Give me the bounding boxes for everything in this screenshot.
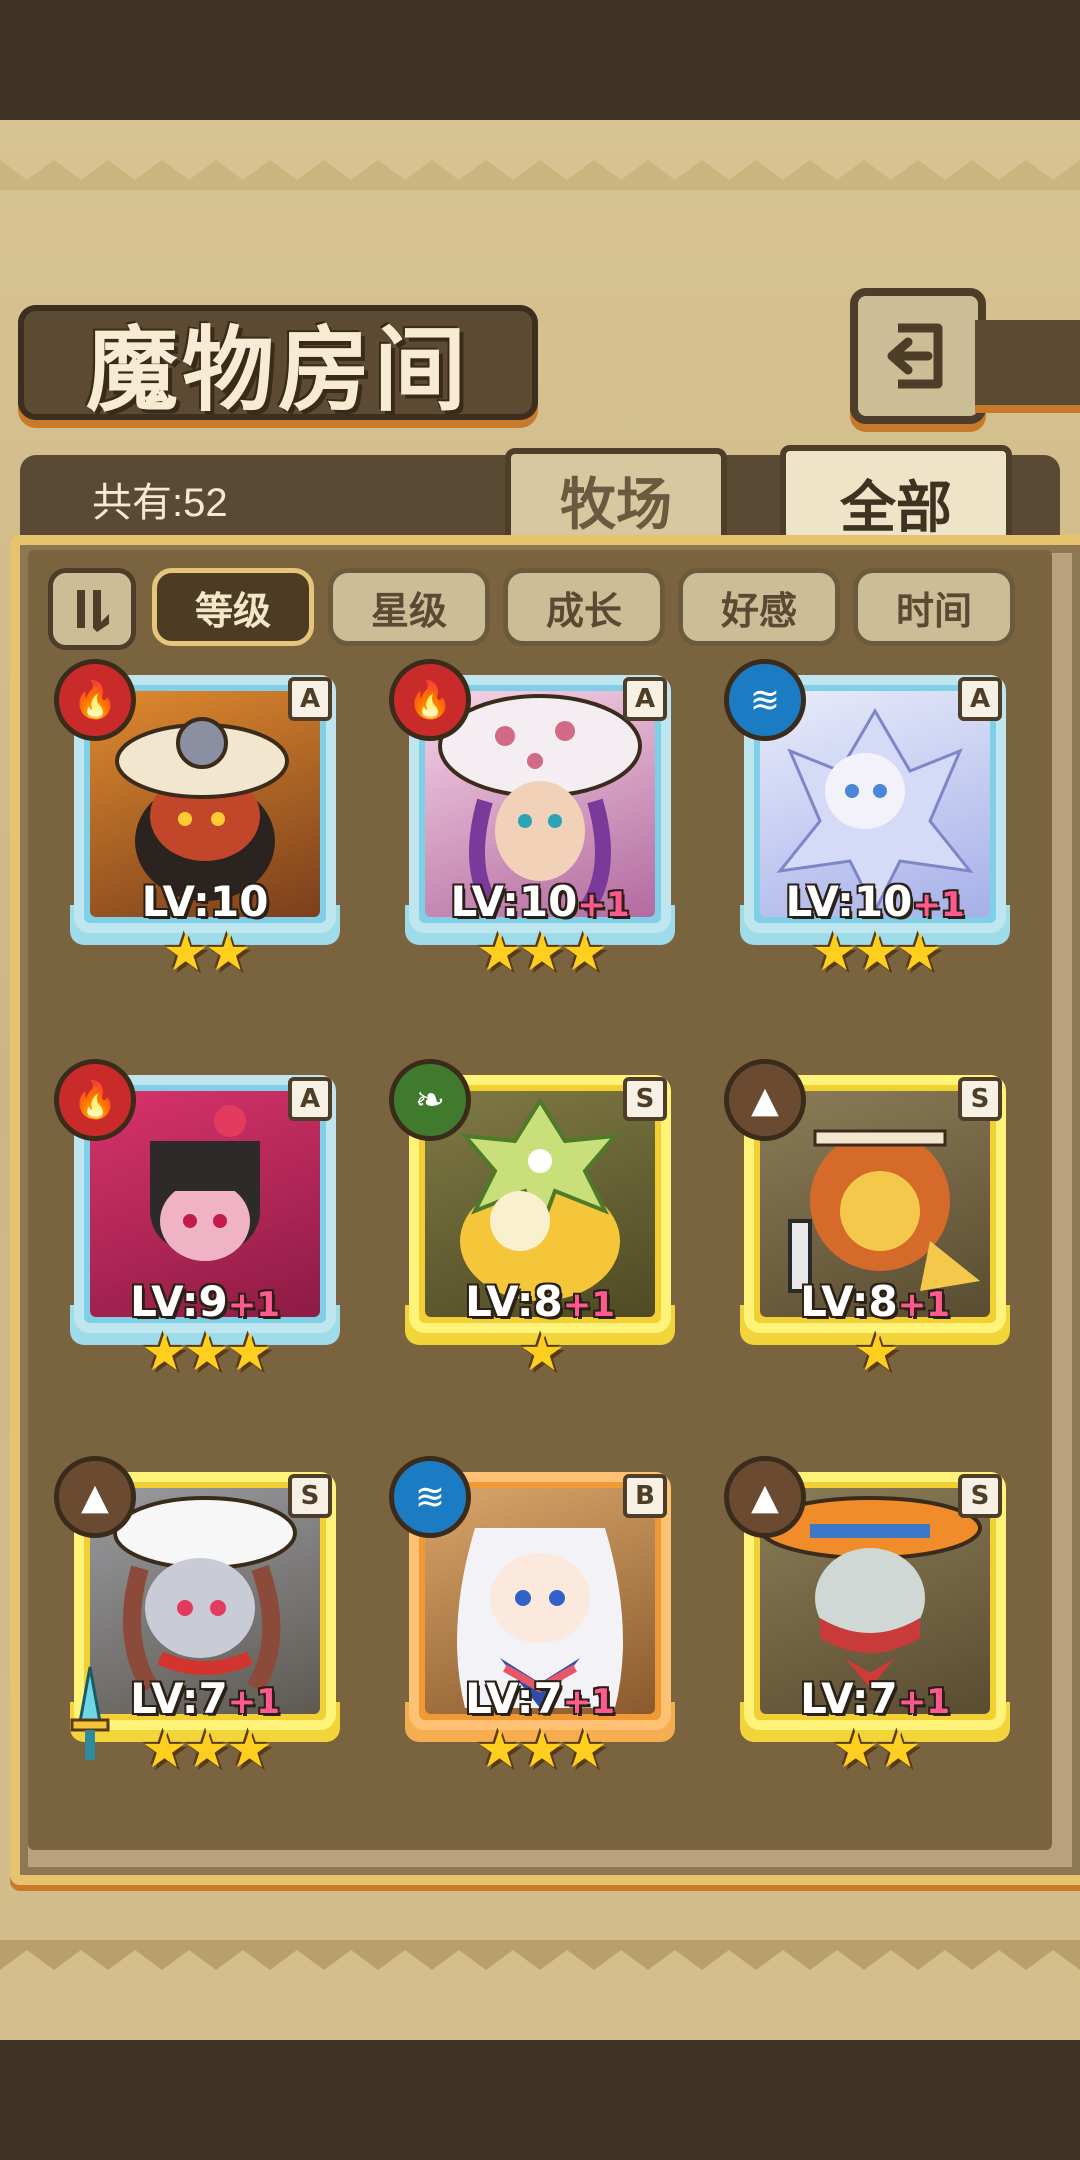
top-band [0, 0, 1080, 120]
filter-stars[interactable]: 星级 [328, 568, 490, 646]
fire-icon: 🔥 [54, 1059, 136, 1141]
sort-order-button[interactable] [48, 568, 136, 650]
rank-badge: S [958, 1474, 1002, 1518]
mountain-icon: ▲ [54, 1456, 136, 1538]
star-rating: ★★ [832, 1720, 921, 1780]
monster-card[interactable]: A ≋ LV:10+1 ★★★ [724, 659, 1020, 983]
level-label: LV:10 [60, 877, 350, 926]
monster-card[interactable]: B ≋ LV:7+1 ★★★ [389, 1456, 685, 1780]
back-button[interactable] [850, 288, 986, 424]
monster-card[interactable]: S ▲ LV:8+1 ★ [724, 1059, 1020, 1383]
filter-growth[interactable]: 成长 [503, 568, 665, 646]
level-bonus: +1 [912, 885, 965, 925]
sort-order-icon [77, 590, 109, 632]
mountain-icon: ▲ [724, 1059, 806, 1141]
bottom-band [0, 2040, 1080, 2160]
monster-count: 共有:52 [92, 481, 228, 525]
star-rating: ★ [853, 1323, 901, 1383]
star-rating: ★★★ [811, 923, 943, 983]
zigzag-border-top [0, 160, 1080, 190]
monster-card[interactable]: S ▲ LV:7+1 ★★ [724, 1456, 1020, 1780]
level-text: LV:8 [800, 1277, 898, 1326]
fire-icon: 🔥 [389, 659, 471, 741]
star-rating: ★ [518, 1323, 566, 1383]
monster-card[interactable]: A 🔥 LV:10+1 ★★★ [389, 659, 685, 983]
rank-badge: S [288, 1474, 332, 1518]
level-label: LV:7+1 [730, 1674, 1020, 1723]
back-arrow-icon [887, 323, 943, 389]
level-label: LV:10+1 [395, 877, 685, 926]
level-label: LV:7+1 [60, 1674, 350, 1723]
leaf-icon: ❧ [389, 1059, 471, 1141]
rank-badge: S [623, 1077, 667, 1121]
level-label: LV:7+1 [395, 1674, 685, 1723]
zigzag-border-bottom [0, 1940, 1080, 1970]
level-bonus: +1 [562, 1682, 615, 1722]
star-rating: ★★★ [476, 923, 608, 983]
star-rating: ★★★ [476, 1720, 608, 1780]
rank-badge: B [623, 1474, 667, 1518]
level-bonus: +1 [577, 885, 630, 925]
level-bonus: +1 [227, 1682, 280, 1722]
star-rating: ★★★ [141, 1720, 273, 1780]
monster-card[interactable]: A 🔥 LV:10 ★★ [54, 659, 350, 983]
level-text: LV:10 [141, 877, 269, 926]
level-text: LV:9 [130, 1277, 228, 1326]
rank-badge: A [623, 677, 667, 721]
level-label: LV:9+1 [60, 1277, 350, 1326]
level-text: LV:8 [465, 1277, 563, 1326]
level-bonus: +1 [897, 1285, 950, 1325]
rank-badge: A [288, 1077, 332, 1121]
monster-card[interactable]: A 🔥 LV:9+1 ★★★ [54, 1059, 350, 1383]
level-label: LV:8+1 [730, 1277, 1020, 1326]
level-bonus: +1 [897, 1682, 950, 1722]
level-label: LV:10+1 [730, 877, 1020, 926]
mountain-icon: ▲ [724, 1456, 806, 1538]
filter-time[interactable]: 时间 [853, 568, 1015, 646]
level-text: LV:10 [450, 877, 578, 926]
filter-affection[interactable]: 好感 [678, 568, 840, 646]
monster-card[interactable]: S ❧ LV:8+1 ★ [389, 1059, 685, 1383]
fire-icon: 🔥 [54, 659, 136, 741]
title-plate: 魔物房间 [18, 305, 538, 424]
water-icon: ≋ [724, 659, 806, 741]
level-text: LV:7 [800, 1674, 898, 1723]
star-rating: ★★ [162, 923, 251, 983]
level-bonus: +1 [562, 1285, 615, 1325]
rank-badge: A [958, 677, 1002, 721]
water-icon: ≋ [389, 1456, 471, 1538]
header-right-plate [975, 320, 1080, 405]
level-bonus: +1 [227, 1285, 280, 1325]
rank-badge: S [958, 1077, 1002, 1121]
level-text: LV:7 [130, 1674, 228, 1723]
level-text: LV:7 [465, 1674, 563, 1723]
level-text: LV:10 [785, 877, 913, 926]
level-label: LV:8+1 [395, 1277, 685, 1326]
monster-card[interactable]: S ▲ LV:7+1 ★★★ [54, 1456, 350, 1780]
page-title: 魔物房间 [85, 316, 470, 424]
filter-level[interactable]: 等级 [152, 568, 314, 646]
rank-badge: A [288, 677, 332, 721]
star-rating: ★★★ [141, 1323, 273, 1383]
